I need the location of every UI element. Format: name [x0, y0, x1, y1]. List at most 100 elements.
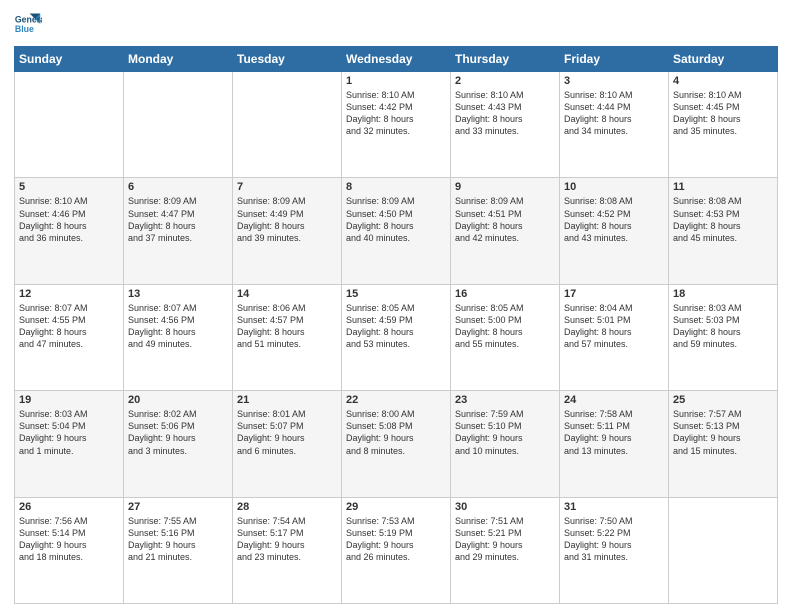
calendar-day-cell: 2 Sunrise: 8:10 AMSunset: 4:43 PMDaylight…	[451, 72, 560, 178]
day-number: 28	[237, 501, 337, 513]
day-info: Sunrise: 7:56 AMSunset: 5:14 PMDaylight:…	[19, 515, 119, 564]
day-info: Sunrise: 7:51 AMSunset: 5:21 PMDaylight:…	[455, 515, 555, 564]
calendar-day-cell: 30 Sunrise: 7:51 AMSunset: 5:21 PMDayligh…	[451, 497, 560, 603]
day-info: Sunrise: 7:50 AMSunset: 5:22 PMDaylight:…	[564, 515, 664, 564]
day-number: 9	[455, 181, 555, 193]
day-info: Sunrise: 8:02 AMSunset: 5:06 PMDaylight:…	[128, 408, 228, 457]
header: General Blue	[14, 10, 778, 38]
day-info: Sunrise: 8:05 AMSunset: 5:00 PMDaylight:…	[455, 302, 555, 351]
day-number: 13	[128, 288, 228, 300]
calendar-table: SundayMondayTuesdayWednesdayThursdayFrid…	[14, 46, 778, 604]
day-info: Sunrise: 8:09 AMSunset: 4:51 PMDaylight:…	[455, 195, 555, 244]
day-number: 17	[564, 288, 664, 300]
calendar-day-cell: 11 Sunrise: 8:08 AMSunset: 4:53 PMDayligh…	[669, 178, 778, 284]
day-number: 11	[673, 181, 773, 193]
day-number: 19	[19, 394, 119, 406]
day-number: 22	[346, 394, 446, 406]
day-number: 25	[673, 394, 773, 406]
calendar-body: 1 Sunrise: 8:10 AMSunset: 4:42 PMDaylight…	[15, 72, 778, 604]
calendar-day-cell: 29 Sunrise: 7:53 AMSunset: 5:19 PMDayligh…	[342, 497, 451, 603]
weekday-header-cell: Wednesday	[342, 47, 451, 72]
day-number: 30	[455, 501, 555, 513]
day-number: 7	[237, 181, 337, 193]
calendar-day-cell: 8 Sunrise: 8:09 AMSunset: 4:50 PMDaylight…	[342, 178, 451, 284]
calendar-day-cell: 31 Sunrise: 7:50 AMSunset: 5:22 PMDayligh…	[560, 497, 669, 603]
day-number: 14	[237, 288, 337, 300]
day-number: 29	[346, 501, 446, 513]
day-info: Sunrise: 7:53 AMSunset: 5:19 PMDaylight:…	[346, 515, 446, 564]
day-info: Sunrise: 8:03 AMSunset: 5:04 PMDaylight:…	[19, 408, 119, 457]
weekday-header: SundayMondayTuesdayWednesdayThursdayFrid…	[15, 47, 778, 72]
day-number: 15	[346, 288, 446, 300]
calendar-day-cell: 23 Sunrise: 7:59 AMSunset: 5:10 PMDayligh…	[451, 391, 560, 497]
day-number: 20	[128, 394, 228, 406]
calendar-week-row: 1 Sunrise: 8:10 AMSunset: 4:42 PMDaylight…	[15, 72, 778, 178]
weekday-header-cell: Saturday	[669, 47, 778, 72]
page: General Blue SundayMondayTuesdayWednesda…	[0, 0, 792, 612]
svg-text:General: General	[15, 14, 42, 24]
day-number: 24	[564, 394, 664, 406]
calendar-day-cell: 10Sunrise: 8:08 AMSunset: 4:52 PMDayligh…	[560, 178, 669, 284]
day-info: Sunrise: 7:59 AMSunset: 5:10 PMDaylight:…	[455, 408, 555, 457]
calendar-day-cell: 16 Sunrise: 8:05 AMSunset: 5:00 PMDayligh…	[451, 284, 560, 390]
day-number: 23	[455, 394, 555, 406]
calendar-week-row: 19 Sunrise: 8:03 AMSunset: 5:04 PMDayligh…	[15, 391, 778, 497]
day-info: Sunrise: 8:09 AMSunset: 4:50 PMDaylight:…	[346, 195, 446, 244]
day-number: 4	[673, 75, 773, 87]
calendar-day-cell: 5 Sunrise: 8:10 AMSunset: 4:46 PMDaylight…	[15, 178, 124, 284]
logo-icon: General Blue	[14, 10, 42, 38]
day-number: 8	[346, 181, 446, 193]
calendar-day-cell: 28 Sunrise: 7:54 AMSunset: 5:17 PMDayligh…	[233, 497, 342, 603]
calendar-day-cell: 21 Sunrise: 8:01 AMSunset: 5:07 PMDayligh…	[233, 391, 342, 497]
logo: General Blue	[14, 10, 42, 38]
day-number: 26	[19, 501, 119, 513]
calendar-day-cell: 22 Sunrise: 8:00 AMSunset: 5:08 PMDayligh…	[342, 391, 451, 497]
day-info: Sunrise: 8:10 AMSunset: 4:43 PMDaylight:…	[455, 89, 555, 138]
day-number: 3	[564, 75, 664, 87]
day-info: Sunrise: 8:10 AMSunset: 4:44 PMDaylight:…	[564, 89, 664, 138]
calendar-day-cell: 12Sunrise: 8:07 AMSunset: 4:55 PMDayligh…	[15, 284, 124, 390]
day-number: 16	[455, 288, 555, 300]
day-number: 21	[237, 394, 337, 406]
weekday-header-cell: Tuesday	[233, 47, 342, 72]
day-number: 27	[128, 501, 228, 513]
calendar-day-cell: 15 Sunrise: 8:05 AMSunset: 4:59 PMDayligh…	[342, 284, 451, 390]
day-info: Sunrise: 8:07 AMSunset: 4:55 PMDaylight:…	[19, 302, 119, 351]
day-info: Sunrise: 8:00 AMSunset: 5:08 PMDaylight:…	[346, 408, 446, 457]
day-info: Sunrise: 7:57 AMSunset: 5:13 PMDaylight:…	[673, 408, 773, 457]
day-number: 31	[564, 501, 664, 513]
day-info: Sunrise: 8:10 AMSunset: 4:46 PMDaylight:…	[19, 195, 119, 244]
calendar-day-cell: 18Sunrise: 8:03 AMSunset: 5:03 PMDayligh…	[669, 284, 778, 390]
calendar-week-row: 26 Sunrise: 7:56 AMSunset: 5:14 PMDayligh…	[15, 497, 778, 603]
day-info: Sunrise: 8:09 AMSunset: 4:49 PMDaylight:…	[237, 195, 337, 244]
calendar-day-cell: 6Sunrise: 8:09 AMSunset: 4:47 PMDaylight…	[124, 178, 233, 284]
calendar-day-cell: 17 Sunrise: 8:04 AMSunset: 5:01 PMDayligh…	[560, 284, 669, 390]
day-info: Sunrise: 7:58 AMSunset: 5:11 PMDaylight:…	[564, 408, 664, 457]
day-info: Sunrise: 8:05 AMSunset: 4:59 PMDaylight:…	[346, 302, 446, 351]
weekday-header-cell: Friday	[560, 47, 669, 72]
calendar-week-row: 5 Sunrise: 8:10 AMSunset: 4:46 PMDaylight…	[15, 178, 778, 284]
day-info: Sunrise: 7:54 AMSunset: 5:17 PMDaylight:…	[237, 515, 337, 564]
calendar-day-cell: 27 Sunrise: 7:55 AMSunset: 5:16 PMDayligh…	[124, 497, 233, 603]
day-info: Sunrise: 8:10 AMSunset: 4:45 PMDaylight:…	[673, 89, 773, 138]
calendar-day-cell: 24 Sunrise: 7:58 AMSunset: 5:11 PMDayligh…	[560, 391, 669, 497]
day-info: Sunrise: 7:55 AMSunset: 5:16 PMDaylight:…	[128, 515, 228, 564]
day-info: Sunrise: 8:06 AMSunset: 4:57 PMDaylight:…	[237, 302, 337, 351]
day-info: Sunrise: 8:04 AMSunset: 5:01 PMDaylight:…	[564, 302, 664, 351]
calendar-day-cell: 13Sunrise: 8:07 AMSunset: 4:56 PMDayligh…	[124, 284, 233, 390]
calendar-day-cell: 20 Sunrise: 8:02 AMSunset: 5:06 PMDayligh…	[124, 391, 233, 497]
day-info: Sunrise: 8:10 AMSunset: 4:42 PMDaylight:…	[346, 89, 446, 138]
day-info: Sunrise: 8:01 AMSunset: 5:07 PMDaylight:…	[237, 408, 337, 457]
day-info: Sunrise: 8:08 AMSunset: 4:53 PMDaylight:…	[673, 195, 773, 244]
weekday-header-cell: Thursday	[451, 47, 560, 72]
day-number: 1	[346, 75, 446, 87]
calendar-day-cell: 7 Sunrise: 8:09 AMSunset: 4:49 PMDaylight…	[233, 178, 342, 284]
day-info: Sunrise: 8:03 AMSunset: 5:03 PMDaylight:…	[673, 302, 773, 351]
calendar-day-cell	[15, 72, 124, 178]
svg-text:Blue: Blue	[15, 24, 34, 34]
day-number: 2	[455, 75, 555, 87]
day-info: Sunrise: 8:08 AMSunset: 4:52 PMDaylight:…	[564, 195, 664, 244]
day-number: 5	[19, 181, 119, 193]
day-info: Sunrise: 8:09 AMSunset: 4:47 PMDaylight:…	[128, 195, 228, 244]
calendar-day-cell: 19 Sunrise: 8:03 AMSunset: 5:04 PMDayligh…	[15, 391, 124, 497]
